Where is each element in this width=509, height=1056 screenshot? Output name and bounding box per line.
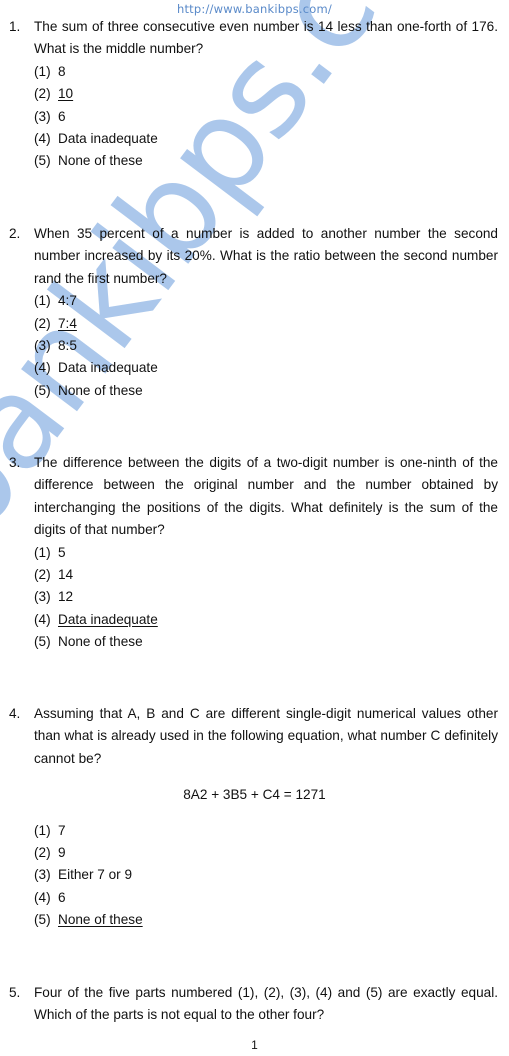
option-4[interactable]: (4) Data inadequate (34, 128, 509, 150)
question-text: The difference between the digits of a t… (34, 455, 498, 538)
option-number: (1) (34, 293, 51, 309)
equation: 8A2 + 3B5 + C4 = 1271 (183, 787, 326, 803)
option-text: Either 7 or 9 (58, 867, 133, 883)
question-number: 5. (9, 985, 21, 1000)
option-number: (5) (34, 382, 51, 398)
option-number: (2) (34, 567, 51, 583)
question-2: 2. When 35 percent of a number is added … (0, 223, 509, 402)
page-number: 1 (251, 1038, 258, 1052)
option-number: (1) (34, 63, 51, 79)
question-5: 5. Four of the five parts numbered (1), … (0, 982, 509, 1027)
option-3[interactable]: (3) Either 7 or 9 (34, 864, 509, 886)
option-2[interactable]: (2) 9 (34, 842, 509, 864)
option-text: None of these (58, 382, 143, 398)
option-2[interactable]: (2) 14 (34, 564, 509, 586)
option-text: 9 (58, 845, 66, 861)
header-url-link[interactable]: http://www.bankibps.com/ (0, 2, 509, 16)
option-text: 8 (58, 63, 66, 79)
option-number: (3) (34, 108, 51, 124)
option-1[interactable]: (1) 8 (34, 61, 509, 83)
question-3: 3. The difference between the digits of … (0, 452, 509, 654)
question-number: 4. (9, 706, 21, 721)
option-text: 8:5 (58, 338, 77, 353)
option-text: 6 (58, 889, 66, 905)
option-number: (5) (34, 912, 51, 928)
option-text: 6 (58, 108, 66, 124)
option-1[interactable]: (1) 7 (34, 820, 509, 842)
option-number: (3) (34, 589, 51, 605)
question-text: When 35 percent of a number is added to … (34, 226, 498, 286)
options-list: (1) 5 (2) 14 (3) 12 (4) Data inadequate (5) N… (0, 542, 509, 654)
option-number: (1) (34, 544, 51, 560)
question-1: 1. The sum of three consecutive even num… (0, 16, 509, 173)
option-2[interactable]: (2) 7:4 (34, 313, 509, 335)
question-stem: 4. Assuming that A, B and C are differen… (0, 703, 509, 770)
option-1[interactable]: (1) 5 (34, 542, 509, 564)
options-list: (1) 4:7 (2) 7:4 (3) 8:5 (4) Data inadequate … (0, 290, 509, 402)
options-list: (1) 8 (2) 10 (3) 6 (4) Data inadequate (5) No… (0, 61, 509, 173)
option-text: 14 (58, 567, 74, 583)
question-number: 2. (9, 226, 21, 241)
question-stem: 5. Four of the five parts numbered (1), … (0, 982, 509, 1027)
option-text: 5 (58, 544, 66, 560)
option-1[interactable]: (1) 4:7 (34, 290, 509, 312)
option-3[interactable]: (3) 12 (34, 586, 509, 608)
option-text-answer: 10 (58, 86, 74, 102)
question-stem: 3. The difference between the digits of … (0, 452, 509, 542)
option-number: (1) (34, 822, 51, 838)
option-5[interactable]: (5) None of these (34, 380, 509, 402)
option-number: (3) (34, 867, 51, 883)
option-number: (5) (34, 153, 51, 169)
option-text-answer: 7:4 (58, 315, 77, 331)
option-2[interactable]: (2) 10 (34, 83, 509, 105)
option-text: 7 (58, 822, 66, 838)
option-4[interactable]: (4) Data inadequate (34, 609, 509, 631)
option-5[interactable]: (5) None of these (34, 150, 509, 172)
option-3[interactable]: (3) 8:5 (34, 335, 509, 357)
option-4[interactable]: (4) Data inadequate (34, 357, 509, 379)
option-text: None of these (58, 634, 143, 650)
option-text: 4:7 (58, 293, 77, 309)
option-text: 12 (58, 589, 74, 605)
option-number: (4) (34, 611, 51, 627)
option-number: (3) (34, 338, 51, 353)
option-number: (4) (34, 130, 51, 146)
option-text: Data inadequate (58, 130, 158, 146)
question-stem: 2. When 35 percent of a number is added … (0, 223, 509, 290)
question-number: 3. (9, 455, 21, 470)
option-5[interactable]: (5) None of these (34, 909, 509, 931)
option-number: (4) (34, 889, 51, 905)
option-text-answer: Data inadequate (58, 611, 158, 627)
option-text: None of these (58, 153, 143, 169)
question-text: Four of the five parts numbered (1), (2)… (34, 985, 498, 1023)
option-number: (5) (34, 634, 51, 650)
option-3[interactable]: (3) 6 (34, 106, 509, 128)
options-list: (1) 7 (2) 9 (3) Either 7 or 9 (4) 6 (5) None … (0, 820, 509, 932)
option-number: (2) (34, 315, 51, 331)
question-4: 4. Assuming that A, B and C are differen… (0, 703, 509, 932)
question-text: Assuming that A, B and C are different s… (34, 706, 498, 766)
question-number: 1. (9, 19, 21, 34)
question-text: The sum of three consecutive even number… (34, 19, 498, 57)
option-number: (2) (34, 845, 51, 861)
option-number: (4) (34, 360, 51, 376)
option-text: Data inadequate (58, 360, 158, 376)
question-stem: 1. The sum of three consecutive even num… (0, 16, 509, 61)
option-number: (2) (34, 86, 51, 102)
option-5[interactable]: (5) None of these (34, 631, 509, 653)
option-text-answer: None of these (58, 912, 143, 928)
option-4[interactable]: (4) 6 (34, 887, 509, 909)
